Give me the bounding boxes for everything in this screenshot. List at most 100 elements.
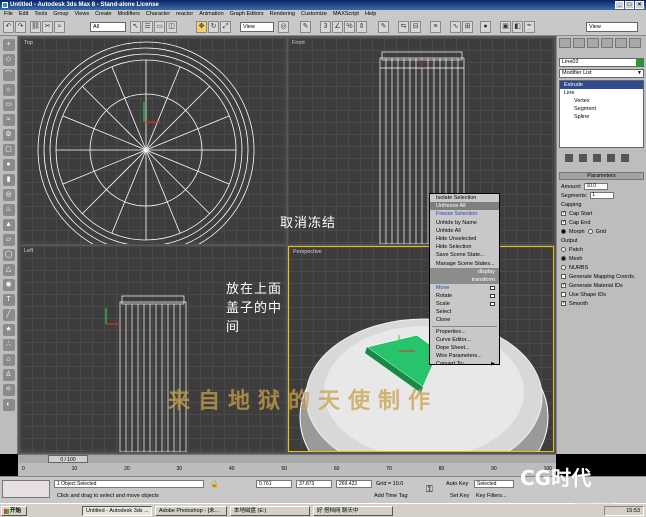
menu-graph-editors[interactable]: Graph Editors bbox=[230, 10, 264, 19]
stack-item-extrude[interactable]: Extrude bbox=[560, 81, 643, 89]
move-icon[interactable]: ✥ bbox=[196, 21, 207, 33]
stack-item-spline[interactable]: Spline bbox=[560, 113, 643, 121]
segments-field[interactable]: 1 bbox=[590, 192, 615, 199]
cap-end-checkbox[interactable]: ✓ bbox=[561, 220, 566, 225]
key-filters-button[interactable]: Key Filters... bbox=[476, 493, 507, 499]
quad-scale[interactable]: Scale bbox=[430, 300, 499, 308]
coord-x-field[interactable]: 0.761 bbox=[256, 480, 292, 488]
cone-tool-icon[interactable]: ▲ bbox=[2, 219, 15, 231]
patch-radio[interactable] bbox=[561, 247, 566, 252]
torus-tool-icon[interactable]: ◎ bbox=[2, 189, 15, 201]
line-tool-icon[interactable]: ╱ bbox=[2, 309, 15, 321]
material-editor-icon[interactable]: ● bbox=[480, 21, 491, 33]
menu-customize[interactable]: Customize bbox=[301, 10, 327, 19]
viewport-top[interactable]: Top bbox=[20, 38, 286, 244]
morph-radio[interactable] bbox=[561, 229, 566, 234]
bind-space-warp-icon[interactable]: ≈ bbox=[54, 21, 65, 33]
star-tool-icon[interactable]: ★ bbox=[2, 324, 15, 336]
modify-tab-icon[interactable] bbox=[573, 38, 585, 48]
angle-snap-icon[interactable]: ∠ bbox=[332, 21, 343, 33]
quick-render-icon[interactable]: ☕ bbox=[524, 21, 535, 33]
amount-field[interactable]: 10.0 bbox=[584, 183, 609, 190]
auto-key-button[interactable]: Auto Key bbox=[446, 481, 468, 487]
menu-views[interactable]: Views bbox=[75, 10, 90, 19]
quad-rotate[interactable]: Rotate bbox=[430, 292, 499, 300]
quad-curve-editor[interactable]: Curve Editor... bbox=[430, 336, 499, 344]
hierarchy-tab-icon[interactable] bbox=[587, 38, 599, 48]
task-photoshop[interactable]: Adobe Photoshop - [未... bbox=[155, 506, 227, 516]
stack-item-segment[interactable]: Segment bbox=[560, 105, 643, 113]
plane-tool-icon[interactable]: ▱ bbox=[2, 234, 15, 246]
render-tool-icon[interactable]: ◐ bbox=[2, 399, 15, 411]
make-unique-icon[interactable] bbox=[593, 154, 601, 162]
select-object-icon[interactable]: ↖ bbox=[130, 21, 141, 33]
key-mode-select[interactable]: Selected bbox=[474, 480, 514, 488]
render-type-select[interactable]: View bbox=[586, 22, 638, 32]
remove-modifier-icon[interactable] bbox=[607, 154, 615, 162]
percent-snap-icon[interactable]: % bbox=[344, 21, 355, 33]
menu-character[interactable]: Character bbox=[146, 10, 170, 19]
settings-box-icon[interactable] bbox=[490, 285, 495, 290]
rect-selection-icon[interactable]: ▭ bbox=[154, 21, 165, 33]
render-setup-icon[interactable]: ▣ bbox=[500, 21, 511, 33]
window-crossing-icon[interactable]: ◫ bbox=[166, 21, 177, 33]
gen-mat-ids-checkbox[interactable]: ✓ bbox=[561, 283, 566, 288]
quad-freeze-selection[interactable]: Freeze Selection bbox=[430, 210, 499, 218]
motion-tab-icon[interactable] bbox=[601, 38, 613, 48]
layer-manager-icon[interactable]: ≡ bbox=[430, 21, 441, 33]
pivot-center-icon[interactable]: ◎ bbox=[278, 21, 289, 33]
spinner-snap-icon[interactable]: ⇕ bbox=[356, 21, 367, 33]
object-name-field[interactable]: Line02 bbox=[559, 58, 644, 67]
mesh-radio[interactable] bbox=[561, 256, 566, 261]
redo-icon[interactable]: ↷ bbox=[15, 21, 26, 33]
select-by-name-icon[interactable]: ☰ bbox=[142, 21, 153, 33]
sphere-tool-icon[interactable]: ● bbox=[2, 159, 15, 171]
quad-select[interactable]: Select bbox=[430, 308, 499, 316]
gen-mapping-checkbox[interactable] bbox=[561, 274, 566, 279]
quad-hide-selection[interactable]: Hide Selection bbox=[430, 243, 499, 251]
menu-edit[interactable]: Edit bbox=[19, 10, 28, 19]
cylinder-tool-icon[interactable]: ▮ bbox=[2, 174, 15, 186]
object-color-swatch[interactable] bbox=[636, 59, 643, 66]
tube-tool-icon[interactable]: ◯ bbox=[2, 249, 15, 261]
box-tool-icon[interactable]: ▢ bbox=[2, 144, 15, 156]
quad-isolate-selection[interactable]: Isolate Selection bbox=[430, 194, 499, 202]
unlink-icon[interactable]: ✂ bbox=[42, 21, 53, 33]
named-selection-icon[interactable]: ✎ bbox=[378, 21, 389, 33]
minimize-button[interactable]: _ bbox=[615, 1, 624, 9]
rotate-icon[interactable]: ↻ bbox=[208, 21, 219, 33]
quad-hide-unselected[interactable]: Hide Unselected bbox=[430, 235, 499, 243]
lock-selection-icon[interactable]: 🔒 bbox=[210, 480, 219, 488]
settings-box-icon[interactable] bbox=[490, 302, 495, 307]
dynamics-tool-icon[interactable]: ⚛ bbox=[2, 384, 15, 396]
menu-rendering[interactable]: Rendering bbox=[270, 10, 295, 19]
pyramid-tool-icon[interactable]: △ bbox=[2, 264, 15, 276]
quad-properties[interactable]: Properties... bbox=[430, 328, 499, 336]
quad-move[interactable]: Move bbox=[430, 284, 499, 292]
menu-modifiers[interactable]: Modifiers bbox=[118, 10, 140, 19]
add-time-tag[interactable]: Add Time Tag bbox=[374, 493, 408, 499]
menu-file[interactable]: File bbox=[4, 10, 13, 19]
helper-tool-icon[interactable]: ◇ bbox=[2, 54, 15, 66]
start-button[interactable]: 开始 bbox=[1, 506, 27, 516]
task-3dsmax[interactable]: Untitled - Autodesk 3ds ... bbox=[82, 506, 152, 516]
schematic-view-icon[interactable]: ⊞ bbox=[462, 21, 473, 33]
undo-icon[interactable]: ↶ bbox=[3, 21, 14, 33]
display-tab-icon[interactable] bbox=[615, 38, 627, 48]
task-chat[interactable]: 好 搭档网 聊天中 bbox=[313, 506, 393, 516]
menu-maxscript[interactable]: MAXScript bbox=[333, 10, 359, 19]
menu-reactor[interactable]: reactor bbox=[176, 10, 193, 19]
mirror-icon[interactable]: ⇆ bbox=[398, 21, 409, 33]
task-local-disk[interactable]: 本地磁盘 (E:) bbox=[230, 506, 310, 516]
grid-radio[interactable] bbox=[587, 229, 593, 234]
snap-3d-icon[interactable]: 3 bbox=[320, 21, 331, 33]
smooth-checkbox[interactable]: ✓ bbox=[561, 301, 566, 306]
set-key-button[interactable]: Set Key bbox=[450, 493, 469, 499]
menu-tools[interactable]: Tools bbox=[34, 10, 47, 19]
menu-help[interactable]: Help bbox=[365, 10, 376, 19]
quad-save-scene-state[interactable]: Save Scene State... bbox=[430, 251, 499, 259]
space-warp-tool-icon[interactable]: ≈ bbox=[2, 114, 15, 126]
menu-animation[interactable]: Animation bbox=[199, 10, 223, 19]
coord-y-field[interactable]: 37.873 bbox=[296, 480, 332, 488]
create-tab-icon[interactable] bbox=[559, 38, 571, 48]
